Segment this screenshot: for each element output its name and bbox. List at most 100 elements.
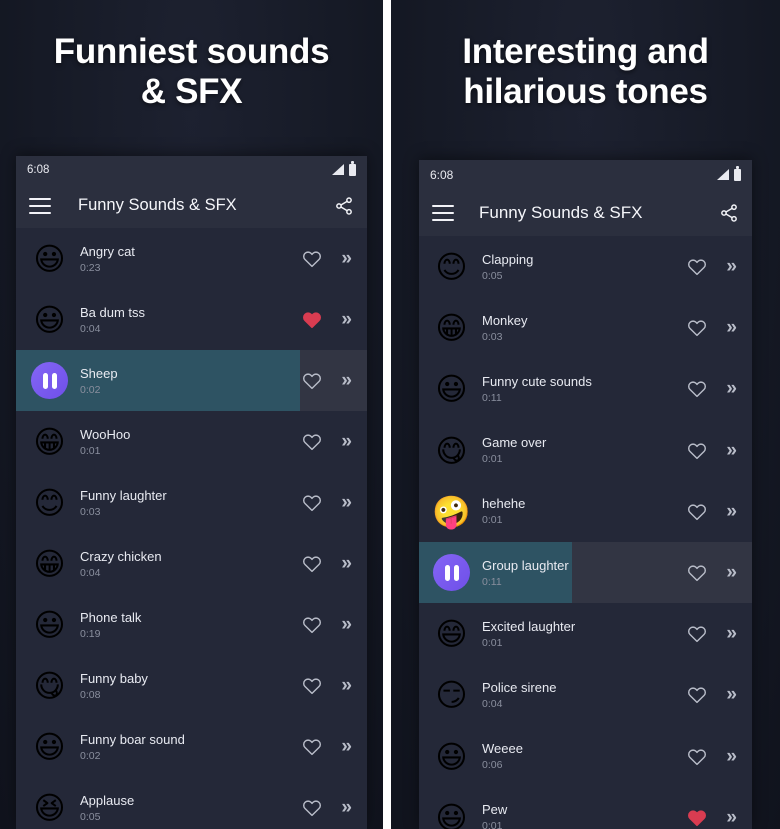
sound-row[interactable]: 😄 Excited laughter 0:01 » xyxy=(419,603,752,665)
sound-emoji-avatar[interactable]: 🤪 xyxy=(433,493,470,530)
favorite-heart-icon[interactable] xyxy=(302,310,322,329)
next-chevron-icon[interactable]: » xyxy=(726,257,736,276)
sound-emoji-avatar[interactable]: 😋 xyxy=(31,667,68,704)
sound-row[interactable]: 😋 Funny baby 0:08 » xyxy=(16,655,367,716)
sound-row[interactable]: 😃 Pew 0:01 » xyxy=(419,786,752,829)
sound-emoji-avatar[interactable]: 😊 xyxy=(433,248,470,285)
sound-name: Group laughter xyxy=(482,557,569,573)
favorite-heart-icon[interactable] xyxy=(687,379,707,398)
next-chevron-icon[interactable]: » xyxy=(341,676,351,695)
hamburger-menu-icon[interactable] xyxy=(432,204,454,221)
sound-row[interactable]: 😃 Weeee 0:06 » xyxy=(419,725,752,787)
next-chevron-icon[interactable]: » xyxy=(341,493,351,512)
favorite-heart-icon[interactable] xyxy=(687,747,707,766)
status-icon-group xyxy=(717,166,741,181)
next-chevron-icon[interactable]: » xyxy=(341,798,351,817)
next-chevron-icon[interactable]: » xyxy=(726,624,736,643)
share-icon[interactable] xyxy=(719,203,739,223)
status-bar: 6:08 xyxy=(16,156,367,183)
sound-duration: 0:05 xyxy=(80,810,101,823)
next-chevron-icon[interactable]: » xyxy=(726,685,736,704)
next-chevron-icon[interactable]: » xyxy=(341,249,351,268)
sound-emoji-avatar[interactable]: 😄 xyxy=(433,615,470,652)
row-actions: » xyxy=(687,318,752,337)
hamburger-menu-icon[interactable] xyxy=(29,197,51,214)
sound-row[interactable]: 😃 Funny cute sounds 0:11 » xyxy=(419,358,752,420)
emoji-glyph: 😃 xyxy=(33,302,66,338)
sound-emoji-avatar[interactable]: 😏 xyxy=(433,676,470,713)
sound-emoji-avatar[interactable]: 😆 xyxy=(31,789,68,826)
next-chevron-icon[interactable]: » xyxy=(726,747,736,766)
sound-row[interactable]: 😃 Phone talk 0:19 » xyxy=(16,594,367,655)
next-chevron-icon[interactable]: » xyxy=(341,371,351,390)
favorite-heart-icon[interactable] xyxy=(302,615,322,634)
sound-row[interactable]: 😁 WooHoo 0:01 » xyxy=(16,411,367,472)
favorite-heart-icon[interactable] xyxy=(687,808,707,827)
next-chevron-icon[interactable]: » xyxy=(341,615,351,634)
sound-emoji-avatar[interactable]: 😃 xyxy=(31,301,68,338)
sound-emoji-avatar[interactable]: 😃 xyxy=(31,728,68,765)
next-chevron-icon[interactable]: » xyxy=(726,441,736,460)
sound-row[interactable]: 😆 Applause 0:05 » xyxy=(16,777,367,829)
sound-row[interactable]: 😋 Game over 0:01 » xyxy=(419,419,752,481)
screenshot-stage: Funniest sounds & SFX 6:08 Funny Sounds &… xyxy=(0,0,780,829)
next-chevron-icon[interactable]: » xyxy=(726,318,736,337)
favorite-heart-icon[interactable] xyxy=(302,432,322,451)
favorite-heart-icon[interactable] xyxy=(687,563,707,582)
sound-emoji-avatar[interactable]: 😋 xyxy=(433,432,470,469)
sound-emoji-avatar[interactable]: 😃 xyxy=(433,799,470,829)
next-chevron-icon[interactable]: » xyxy=(341,432,351,451)
favorite-heart-icon[interactable] xyxy=(302,676,322,695)
emoji-glyph: 😋 xyxy=(33,668,66,704)
next-chevron-icon[interactable]: » xyxy=(726,379,736,398)
next-chevron-icon[interactable]: » xyxy=(341,310,351,329)
favorite-heart-icon[interactable] xyxy=(302,493,322,512)
sound-row[interactable]: 😊 Clapping 0:05 » xyxy=(419,236,752,298)
sound-row[interactable]: 😊 Funny laughter 0:03 » xyxy=(16,472,367,533)
sound-emoji-avatar[interactable]: 😁 xyxy=(31,423,68,460)
sound-row[interactable]: 😃 Funny boar sound 0:02 » xyxy=(16,716,367,777)
sound-row[interactable]: 🤪 hehehe 0:01 » xyxy=(419,480,752,542)
favorite-heart-icon[interactable] xyxy=(687,624,707,643)
favorite-heart-icon[interactable] xyxy=(687,318,707,337)
sound-emoji-avatar[interactable]: 😁 xyxy=(433,309,470,346)
pause-button[interactable] xyxy=(433,554,470,592)
sound-emoji-avatar[interactable]: 😃 xyxy=(31,240,68,277)
favorite-heart-icon[interactable] xyxy=(302,798,322,817)
next-chevron-icon[interactable]: » xyxy=(726,502,736,521)
sound-row[interactable]: 😃 Ba dum tss 0:04 » xyxy=(16,289,367,350)
next-chevron-icon[interactable]: » xyxy=(726,808,736,827)
sound-row[interactable]: 😁 Monkey 0:03 » xyxy=(419,297,752,359)
pause-button[interactable] xyxy=(31,362,68,399)
favorite-heart-icon[interactable] xyxy=(302,371,322,390)
sound-row[interactable]: 😏 Police sirene 0:04 » xyxy=(419,664,752,726)
sound-meta: Applause 0:05 xyxy=(80,793,302,823)
next-chevron-icon[interactable]: » xyxy=(341,737,351,756)
sound-emoji-avatar[interactable]: 😁 xyxy=(31,545,68,582)
sound-list[interactable]: 😊 Clapping 0:05 » 😁 Monkey 0:03 » 😃 Funny cute so… xyxy=(419,236,752,829)
favorite-heart-icon[interactable] xyxy=(687,441,707,460)
favorite-heart-icon[interactable] xyxy=(302,554,322,573)
sound-name: Sheep xyxy=(80,365,118,381)
sound-emoji-avatar[interactable]: 😃 xyxy=(31,606,68,643)
sound-row[interactable]: Group laughter 0:11 » xyxy=(419,541,752,604)
sound-emoji-avatar[interactable]: 😃 xyxy=(433,370,470,407)
favorite-heart-icon[interactable] xyxy=(687,502,707,521)
favorite-heart-icon[interactable] xyxy=(302,737,322,756)
row-actions: » xyxy=(687,502,752,521)
sound-emoji-avatar[interactable]: 😊 xyxy=(31,484,68,521)
sound-name: Police sirene xyxy=(482,679,557,695)
sound-row[interactable]: 😃 Angry cat 0:23 » xyxy=(16,228,367,289)
sound-emoji-avatar[interactable]: 😃 xyxy=(433,738,470,775)
row-actions: » xyxy=(687,747,752,766)
next-chevron-icon[interactable]: » xyxy=(341,554,351,573)
sound-row[interactable]: Sheep 0:02 » xyxy=(16,350,367,411)
sound-row[interactable]: 😁 Crazy chicken 0:04 » xyxy=(16,533,367,594)
favorite-heart-icon[interactable] xyxy=(687,257,707,276)
favorite-heart-icon[interactable] xyxy=(302,249,322,268)
favorite-heart-icon[interactable] xyxy=(687,685,707,704)
sound-list[interactable]: 😃 Angry cat 0:23 » 😃 Ba dum tss 0:04 » Sheep 0:02… xyxy=(16,228,367,829)
share-icon[interactable] xyxy=(334,196,354,216)
next-chevron-icon[interactable]: » xyxy=(726,563,736,582)
emoji-glyph: 😁 xyxy=(33,546,66,582)
